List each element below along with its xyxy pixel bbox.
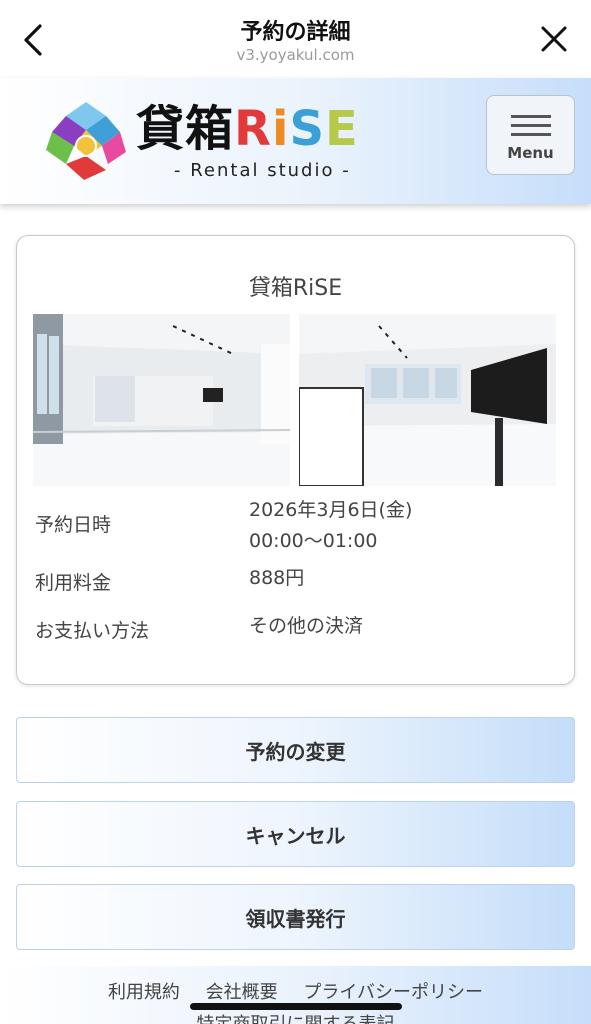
footer-link-privacy[interactable]: プライバシーポリシー	[303, 982, 483, 1003]
change-reservation-button[interactable]: 予約の変更	[16, 717, 575, 783]
brand-letter-s: S	[289, 101, 326, 157]
info-value: その他の決済	[249, 615, 364, 637]
cancel-button[interactable]: キャンセル	[16, 801, 575, 867]
studio-name: 貸箱RiSE	[248, 276, 343, 301]
footer-links: 利用規約 会社概要 プライバシーポリシー	[0, 978, 591, 1004]
page-url: v3.yoyakul.com	[236, 46, 355, 64]
brand-subtitle: - Rental studio -	[174, 160, 351, 181]
studio-photo-2	[299, 314, 556, 486]
brand-letter-r: R	[234, 101, 272, 157]
brand-letter-i: i	[271, 101, 290, 157]
page-title: 予約の詳細	[240, 20, 351, 45]
footer-link-commerce[interactable]: 特定商取引に関する表記	[0, 1010, 591, 1024]
info-label: お支払い方法	[35, 620, 150, 642]
receipt-button[interactable]: 領収書発行	[16, 884, 575, 950]
app-top-bar: 予約の詳細 v3.yoyakul.com	[0, 0, 591, 78]
footer-link-terms[interactable]: 利用規約	[108, 982, 180, 1003]
footer-link-company[interactable]: 会社概要	[206, 982, 278, 1003]
close-icon[interactable]	[539, 24, 569, 54]
logo-mark-icon	[46, 102, 126, 180]
site-logo[interactable]: 貸箱RiSE - Rental studio -	[44, 98, 404, 184]
reservation-card: 貸箱RiSE 予約日時 2026年3月6日(金) 00:00～01:00 利用料…	[16, 235, 575, 685]
menu-label: Menu	[507, 143, 554, 162]
menu-button[interactable]: Menu	[486, 95, 575, 175]
info-value: 2026年3月6日(金)	[249, 499, 413, 521]
footer: 利用規約 会社概要 プライバシーポリシー 特定商取引に関する表記	[0, 966, 591, 1024]
info-label: 予約日時	[35, 514, 112, 536]
brand-name: 貸箱RiSE	[136, 102, 359, 156]
brand-kanji: 貸箱	[136, 101, 235, 157]
studio-photo-1	[33, 314, 290, 486]
info-value: 00:00～01:00	[249, 530, 378, 552]
info-value: 888円	[249, 567, 305, 589]
hamburger-icon	[510, 109, 551, 142]
home-indicator	[190, 1003, 402, 1010]
brand-letter-e: E	[325, 101, 359, 157]
info-label: 利用料金	[35, 572, 112, 594]
